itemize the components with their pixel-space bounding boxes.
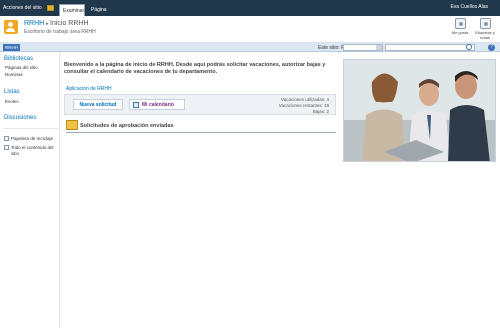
recycle-bin-icon xyxy=(4,136,9,141)
stat-remaining: Vacaciones restantes: 19 xyxy=(278,103,329,108)
approvals-divider xyxy=(66,132,336,133)
breadcrumb-separator: ▸ xyxy=(46,21,49,27)
nav-item-site-pages[interactable]: Páginas del sitio xyxy=(5,65,38,70)
site-subtitle: Escritorio de trabajo área RRHH xyxy=(24,29,96,35)
my-calendar-label: Mi calendario xyxy=(142,102,174,108)
search-icon[interactable] xyxy=(466,44,472,50)
calendar-icon xyxy=(133,102,139,108)
search-input[interactable] xyxy=(385,44,475,51)
page-title: Inicio RRHH xyxy=(50,20,89,27)
like-icon xyxy=(454,18,466,29)
nav-home-tab[interactable]: RRHH xyxy=(3,44,20,51)
hr-app-link[interactable]: Aplicación de RRHH xyxy=(66,86,112,92)
team-photo-illustration xyxy=(344,60,495,161)
site-actions-menu[interactable]: Acciones del sitio xyxy=(3,5,42,11)
site-title-link[interactable]: RRHH xyxy=(24,20,44,27)
my-calendar-button[interactable]: Mi calendario xyxy=(129,99,185,110)
like-label: Me gusta xyxy=(451,30,469,35)
tags-notes-button[interactable]: Etiquetas y notas xyxy=(474,18,496,42)
stat-leave: Bajas: 2 xyxy=(312,109,329,114)
approvals-heading: Solicitudes de aprobación enviadas xyxy=(80,123,174,129)
quick-launch: Bibliotecas Páginas del sitio Nominas Li… xyxy=(0,52,60,328)
nav-heading-lists[interactable]: Listas xyxy=(4,89,20,95)
nav-item-evotec[interactable]: Evotec xyxy=(5,99,19,104)
user-menu[interactable]: Eva Cuellos Alas xyxy=(450,4,488,10)
top-nav: RRHH Este sitio: RRHH ? xyxy=(0,43,500,52)
title-area: RRHH ▸ Inicio RRHH Escritorio de trabajo… xyxy=(0,16,500,43)
tab-browse[interactable]: Examinar xyxy=(59,4,85,16)
search-scope-select[interactable] xyxy=(343,44,383,51)
all-content-icon xyxy=(4,145,9,150)
tag-icon xyxy=(479,18,491,29)
hr-app-panel: Nueva solicitud Mi calendario Vacaciones… xyxy=(64,94,336,115)
folder-icon[interactable] xyxy=(47,5,54,11)
like-button[interactable]: Me gusta xyxy=(449,18,471,42)
tab-page[interactable]: Página xyxy=(88,4,110,16)
help-icon[interactable]: ? xyxy=(488,44,495,51)
nav-item-nominas[interactable]: Nominas xyxy=(5,72,23,77)
nav-item-recycle-bin[interactable]: Papelera de reciclaje xyxy=(11,136,53,141)
nav-heading-discussions[interactable]: Discusiones xyxy=(4,115,36,121)
team-photo xyxy=(343,59,496,162)
nav-heading-libraries[interactable]: Bibliotecas xyxy=(4,56,33,62)
approvals-icon xyxy=(66,120,78,130)
stat-used: Vacaciones utilizadas: 4 xyxy=(281,97,329,102)
nav-divider xyxy=(4,128,58,129)
nav-item-all-content[interactable]: Todo el contenido del sitio xyxy=(11,145,59,157)
new-request-button[interactable]: Nueva solicitud xyxy=(73,99,123,110)
chevron-down-icon xyxy=(376,45,382,50)
site-logo-icon xyxy=(4,20,18,34)
welcome-text: Bienvenido a la página de inicio de RRHH… xyxy=(64,62,326,75)
tags-notes-label: Etiquetas y notas xyxy=(475,30,495,40)
ribbon-bar: Acciones del sitio Examinar Página Eva C… xyxy=(0,0,500,16)
